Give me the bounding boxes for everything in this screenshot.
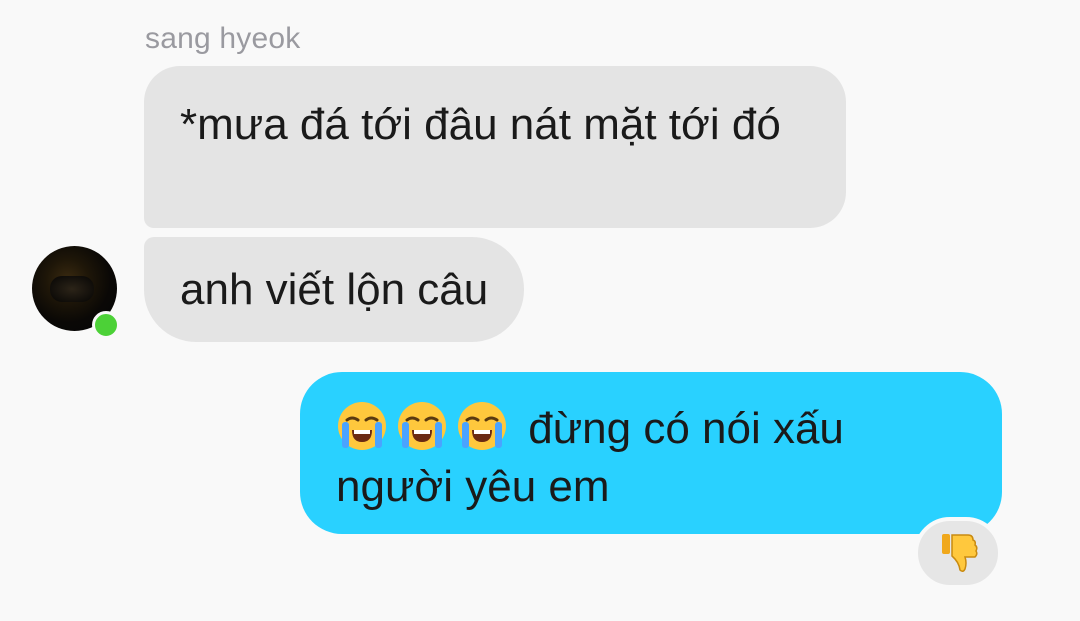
online-status-icon (92, 311, 120, 339)
loudly-crying-face-icon (338, 402, 386, 450)
message-reaction[interactable] (914, 517, 1002, 589)
emoji-group (336, 400, 516, 458)
message-text: *mưa đá tới đâu nát mặt tới đó (180, 100, 781, 149)
outgoing-message[interactable]: đừng có nói xấu người yêu em (300, 372, 1002, 534)
thumbs-down-icon (942, 534, 978, 573)
chat-thread: sang hyeok *mưa đá tới đâu nát mặt tới đ… (0, 0, 1080, 621)
avatar-image (50, 276, 94, 302)
sender-name: sang hyeok (145, 22, 301, 55)
message-text: anh viết lộn câu (180, 265, 489, 314)
loudly-crying-face-icon (458, 402, 506, 450)
incoming-message[interactable]: anh viết lộn câu (144, 237, 525, 342)
loudly-crying-face-icon (398, 402, 446, 450)
incoming-message[interactable]: *mưa đá tới đâu nát mặt tới đó (144, 66, 846, 228)
